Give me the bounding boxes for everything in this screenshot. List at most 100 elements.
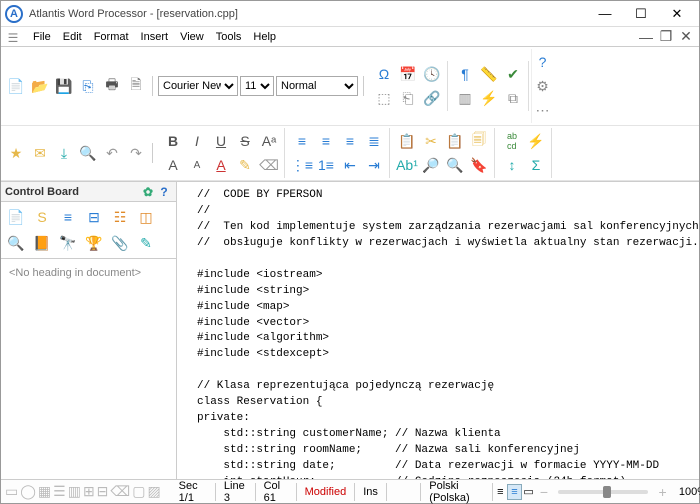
zoom-value[interactable]: 100% — [671, 483, 700, 501]
count-button[interactable]: ⧉ — [502, 87, 524, 109]
bt-rows-icon[interactable]: ☰ — [53, 481, 66, 503]
view-draft-button[interactable]: ≡ — [493, 484, 507, 500]
replace-button[interactable]: 🔎 — [420, 154, 442, 176]
autocorrect-button[interactable]: ⚡ — [525, 130, 547, 152]
options-button[interactable]: ⚙ — [532, 75, 554, 97]
cb-binoculars-icon[interactable]: 🔭 — [57, 232, 79, 254]
cb-page-icon[interactable]: 📙 — [31, 232, 53, 254]
strike-button[interactable]: S — [234, 130, 256, 152]
cb-style-icon[interactable]: S — [31, 206, 53, 228]
indent-dec-button[interactable]: ⇤ — [339, 154, 361, 176]
bookmark-button[interactable]: 🔖 — [468, 154, 490, 176]
goto-button[interactable]: 🔍 — [444, 154, 466, 176]
document-content[interactable]: // CODE BY FPERSON // // Ten kod impleme… — [177, 182, 699, 479]
bullets-button[interactable]: ⋮≡ — [291, 154, 313, 176]
favorite-button[interactable]: ★ — [5, 142, 27, 164]
bt-split-icon[interactable]: ⊞ — [83, 481, 95, 503]
shrink-font-button[interactable]: A — [186, 154, 208, 176]
bt-circle-icon[interactable]: ◯ — [20, 481, 36, 503]
bt-border-icon[interactable]: ▢ — [132, 481, 145, 503]
bt-del-icon[interactable]: ⌫ — [110, 481, 130, 503]
spellcheck-button[interactable]: ✔ — [502, 63, 524, 85]
align-center-button[interactable]: ≡ — [315, 130, 337, 152]
time-button[interactable]: 🕓 — [421, 63, 443, 85]
paste-button[interactable]: 📋 — [444, 130, 466, 152]
copy-button[interactable]: 📋 — [396, 130, 418, 152]
view-normal-button[interactable]: ≡ — [507, 484, 521, 500]
cb-edit-icon[interactable]: ✎ — [135, 232, 157, 254]
case-button[interactable]: Aᵃ — [258, 130, 280, 152]
help-button[interactable]: ? — [532, 51, 554, 73]
page-number-button[interactable]: ⎗ — [397, 87, 419, 109]
menu-insert[interactable]: Insert — [135, 29, 175, 45]
style-select[interactable]: Normal — [276, 76, 358, 96]
justify-button[interactable]: ≣ — [363, 130, 385, 152]
print-preview-button[interactable]: 🔍 — [77, 142, 99, 164]
mail-button[interactable]: ✉ — [29, 142, 51, 164]
columns-button[interactable]: ▥ — [454, 87, 476, 109]
menu-file[interactable]: File — [27, 29, 57, 45]
cb-settings-icon[interactable]: ✿ — [140, 184, 156, 200]
clipboard-button[interactable]: 🗐 — [468, 130, 490, 152]
ruler-button[interactable]: 📏 — [478, 63, 500, 85]
align-left-button[interactable]: ≡ — [291, 130, 313, 152]
highlight-button[interactable]: ✎ — [234, 154, 256, 176]
bt-merge-icon[interactable]: ⊟ — [97, 481, 109, 503]
backup-button[interactable]: 🗎 — [125, 75, 147, 97]
menu-tools[interactable]: Tools — [210, 29, 248, 45]
bt-shade-icon[interactable]: ▨ — [147, 481, 160, 503]
grow-font-button[interactable]: A — [162, 154, 184, 176]
zoom-slider[interactable] — [558, 490, 648, 494]
app-menu-icon[interactable]: ☰ — [5, 30, 21, 46]
view-layout-button[interactable]: ▭ — [522, 484, 536, 500]
numbering-button[interactable]: 1≡ — [315, 154, 337, 176]
underline-button[interactable]: U — [210, 130, 232, 152]
save-all-button[interactable]: ⎘ — [77, 75, 99, 97]
wordcount-button[interactable]: Σ — [525, 154, 547, 176]
menu-edit[interactable]: Edit — [57, 29, 88, 45]
cb-trophy-icon[interactable]: 🏆 — [83, 232, 105, 254]
maximize-button[interactable]: ☐ — [623, 3, 659, 25]
cb-index-icon[interactable]: ☷ — [109, 206, 131, 228]
font-name-select[interactable]: Courier New — [158, 76, 238, 96]
menu-format[interactable]: Format — [88, 29, 135, 45]
menu-help[interactable]: Help — [247, 29, 282, 45]
bt-grid-icon[interactable]: ▦ — [38, 481, 51, 503]
print-button[interactable]: 🖶 — [101, 75, 123, 97]
font-size-select[interactable]: 11 — [240, 76, 274, 96]
mdi-minimize-button[interactable]: — — [637, 29, 655, 45]
clear-format-button[interactable]: ⌫ — [258, 154, 280, 176]
export-button[interactable]: ⤓ — [53, 142, 75, 164]
cb-list-icon[interactable]: ≡ — [57, 206, 79, 228]
align-right-button[interactable]: ≡ — [339, 130, 361, 152]
bt-rect-icon[interactable]: ▭ — [5, 481, 18, 503]
cut-button[interactable]: ✂ — [420, 130, 442, 152]
hyperlink-button[interactable]: 🔗 — [421, 87, 443, 109]
bold-button[interactable]: B — [162, 130, 184, 152]
thesaurus-button[interactable]: ⚡ — [478, 87, 500, 109]
spellcheck-abc-button[interactable]: abcd — [501, 130, 523, 152]
more-button[interactable]: ⋯ — [532, 99, 554, 121]
open-button[interactable]: 📂 — [29, 75, 51, 97]
cb-view-icon[interactable]: ◫ — [135, 206, 157, 228]
zoom-out-button[interactable]: − — [536, 481, 553, 503]
new-doc-button[interactable]: 📄 — [5, 75, 27, 97]
font-color-button[interactable]: A — [210, 154, 232, 176]
field-button[interactable]: ⬚ — [373, 87, 395, 109]
mdi-close-button[interactable]: ✕ — [677, 29, 695, 45]
find-button[interactable]: Ab¹ — [396, 154, 418, 176]
redo-button[interactable]: ↷ — [125, 142, 147, 164]
save-button[interactable]: 💾 — [53, 75, 75, 97]
cb-zoom-icon[interactable]: 🔍 — [5, 232, 27, 254]
bt-cols-icon[interactable]: ▥ — [68, 481, 81, 503]
show-marks-button[interactable]: ¶ — [454, 63, 476, 85]
close-button[interactable]: ✕ — [659, 3, 695, 25]
cb-doc-icon[interactable]: 📄 — [5, 206, 27, 228]
menu-view[interactable]: View — [174, 29, 210, 45]
italic-button[interactable]: I — [186, 130, 208, 152]
undo-button[interactable]: ↶ — [101, 142, 123, 164]
date-button[interactable]: 📅 — [397, 63, 419, 85]
cb-paperclip-icon[interactable]: 📎 — [109, 232, 131, 254]
symbol-button[interactable]: Ω — [373, 63, 395, 85]
sort-button[interactable]: ↕ — [501, 154, 523, 176]
